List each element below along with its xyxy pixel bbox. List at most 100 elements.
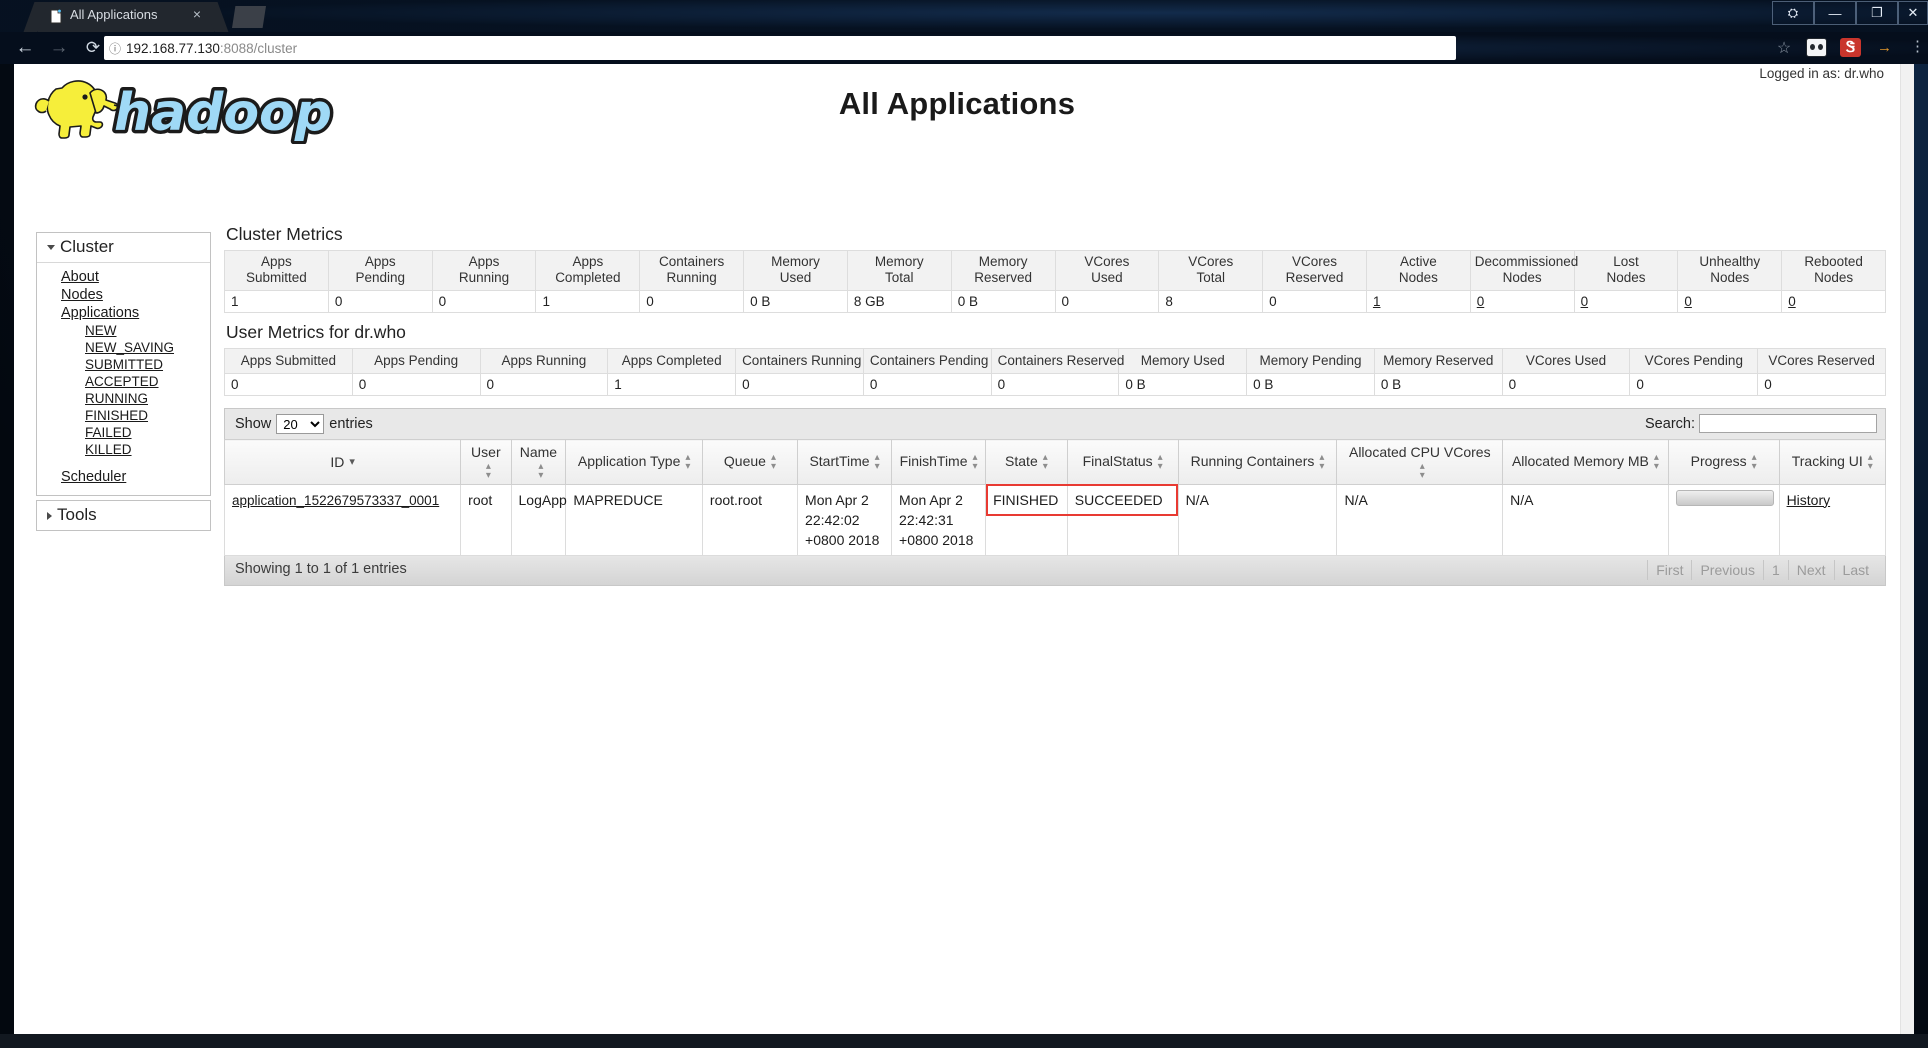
sort-both-icon[interactable] [685, 453, 690, 471]
user-metrics-section: User Metrics for dr.who Apps Submitted Ap… [224, 322, 1886, 397]
site-info-icon[interactable]: ⓘ [104, 40, 126, 57]
sort-both-icon[interactable] [1654, 453, 1659, 471]
window-maximize-button[interactable]: ❐ [1856, 1, 1898, 25]
search-input[interactable] [1699, 414, 1877, 434]
column-header-running-containers[interactable]: Running Containers [1177, 439, 1338, 485]
column-header-application-type[interactable]: Application Type [565, 439, 703, 485]
entries-select[interactable]: 20406080100 [276, 414, 325, 435]
browser-menu-icon[interactable]: ⋮ [1910, 38, 1925, 56]
forward-icon[interactable]: → [48, 38, 70, 58]
column-header-queue[interactable]: Queue [701, 439, 799, 485]
column-header-progress[interactable]: Progress [1667, 439, 1780, 485]
cluster-metric-value[interactable]: 0 [1469, 289, 1575, 313]
user-metric-header: VCores Used [1501, 347, 1631, 375]
back-icon[interactable]: ← [14, 38, 36, 58]
sidebar-item-running[interactable]: RUNNING [37, 390, 210, 407]
extension-goggles-icon[interactable] [1806, 38, 1827, 57]
pagination-first[interactable]: First [1647, 560, 1693, 581]
search-label: Search: [1645, 415, 1695, 432]
entries-label: entries [329, 416, 373, 433]
sidebar-cluster-label: Cluster [60, 237, 114, 256]
sort-both-icon[interactable] [771, 453, 776, 471]
column-header-tracking-ui[interactable]: Tracking UI [1778, 439, 1887, 485]
window-minimize-button[interactable]: — [1814, 1, 1856, 25]
bookmark-star-icon[interactable]: ☆ [1774, 38, 1794, 58]
sort-both-icon[interactable] [486, 462, 491, 480]
address-bar[interactable]: ⓘ 192.168.77.130:8088/cluster [104, 36, 1456, 60]
sidebar-header-cluster[interactable]: Cluster [37, 233, 210, 263]
sidebar-item-killed[interactable]: KILLED [37, 441, 210, 458]
column-header-name[interactable]: Name [510, 439, 567, 485]
sort-both-icon[interactable] [1158, 453, 1163, 471]
cluster-metric-value[interactable]: 0 [1781, 289, 1886, 313]
sort-both-icon[interactable] [1420, 462, 1425, 480]
user-cell: root [460, 483, 512, 557]
cluster-metric-header: Apps Submitted [224, 250, 329, 291]
column-header-allocated-cpu-vcores[interactable]: Allocated CPU VCores [1336, 439, 1504, 485]
sort-both-icon[interactable] [538, 462, 543, 480]
applications-table-wrapper: ID User Name Application Type Queue StartTime… [223, 439, 1887, 557]
column-header-user[interactable]: User [460, 439, 512, 485]
browser-tab-title: All Applications [70, 7, 158, 22]
user-metric-value: 0 [479, 373, 609, 397]
sort-desc-icon[interactable] [349, 458, 355, 467]
column-label: StartTime [809, 452, 870, 469]
sidebar-item-new[interactable]: NEW [37, 322, 210, 339]
extension-pdf-icon[interactable]: Ꮥ [1840, 38, 1861, 57]
pagination-last[interactable]: Last [1835, 560, 1877, 580]
cluster-metric-value[interactable]: 0 [1677, 289, 1783, 313]
column-header-finalstatus[interactable]: FinalStatus [1066, 439, 1179, 485]
sort-both-icon[interactable] [1319, 453, 1324, 471]
applications-table: ID User Name Application Type Queue StartTime… [223, 439, 1887, 557]
cluster-metric-value[interactable]: 1 [1365, 289, 1471, 313]
window-close-button[interactable]: ✕ [1898, 1, 1928, 25]
tracking-ui-link[interactable]: History [1787, 492, 1831, 508]
sidebar-header-tools[interactable]: Tools [37, 501, 210, 530]
pagination-1[interactable]: 1 [1764, 560, 1789, 581]
sidebar-item-applications[interactable]: Applications [37, 304, 210, 322]
pagination-next[interactable]: Next [1789, 560, 1835, 581]
sidebar-item-accepted[interactable]: ACCEPTED [37, 373, 210, 390]
url-host: 192.168.77.130 [126, 40, 220, 56]
sidebar-panel-cluster: Cluster About Nodes Applications NEW NEW… [36, 232, 211, 496]
user-metric-value: 0 [1629, 373, 1759, 397]
column-header-state[interactable]: State [985, 439, 1068, 485]
sidebar-item-about[interactable]: About [37, 268, 210, 286]
page-scrollbar[interactable] [1900, 64, 1914, 1048]
reload-icon[interactable]: ⟳ [82, 38, 104, 58]
sidebar-item-scheduler[interactable]: Scheduler [37, 468, 210, 486]
sort-both-icon[interactable] [875, 453, 880, 471]
close-tab-icon[interactable]: × [190, 7, 204, 21]
new-tab-button[interactable] [232, 6, 266, 28]
sidebar-item-submitted[interactable]: SUBMITTED [37, 356, 210, 373]
sort-both-icon[interactable] [1868, 453, 1873, 471]
sort-both-icon[interactable] [1043, 453, 1048, 471]
user-metric-value: 1 [607, 373, 737, 397]
cluster-metric-value[interactable]: 0 [1573, 289, 1679, 313]
column-header-allocated-memory-mb[interactable]: Allocated Memory MB [1502, 439, 1669, 485]
column-header-starttime[interactable]: StartTime [797, 439, 893, 485]
sort-both-icon[interactable] [1752, 453, 1757, 471]
column-header-id[interactable]: ID [223, 439, 462, 485]
application-id-link[interactable]: application_1522679573337_0001 [232, 493, 439, 508]
sort-both-icon[interactable] [973, 453, 978, 471]
user-metrics-table: Apps Submitted Apps Pending Apps Running Ap… [224, 347, 1886, 397]
browser-titlebar: All Applications × ⛭ — ❐ ✕ [0, 0, 1928, 32]
column-header-finishtime[interactable]: FinishTime [891, 439, 987, 485]
table-row: application_1522679573337_0001 root LogApp… [223, 483, 1887, 557]
cluster-metrics-header-row: Apps Submitted Apps Pending Apps Running Apps C… [224, 250, 1886, 291]
progress-cell [1667, 483, 1780, 557]
cluster-metric-header: Containers Running [639, 250, 745, 291]
user-metric-value: 0 [735, 373, 864, 397]
sidebar-item-failed[interactable]: FAILED [37, 424, 210, 441]
application-id[interactable]: application_1522679573337_0001 [223, 483, 462, 557]
cluster-metric-header: Apps Completed [535, 250, 641, 291]
column-label: Queue [723, 452, 766, 469]
sidebar-item-finished[interactable]: FINISHED [37, 407, 210, 424]
pagination-previous[interactable]: Previous [1692, 560, 1764, 581]
window-user-button[interactable]: ⛭ [1772, 1, 1814, 25]
sidebar-item-nodes[interactable]: Nodes [37, 286, 210, 304]
extension-arrow-icon[interactable]: → [1874, 38, 1895, 57]
sidebar-item-new-saving[interactable]: NEW_SAVING [37, 339, 210, 356]
cluster-metric-header: Memory Total [846, 250, 952, 291]
